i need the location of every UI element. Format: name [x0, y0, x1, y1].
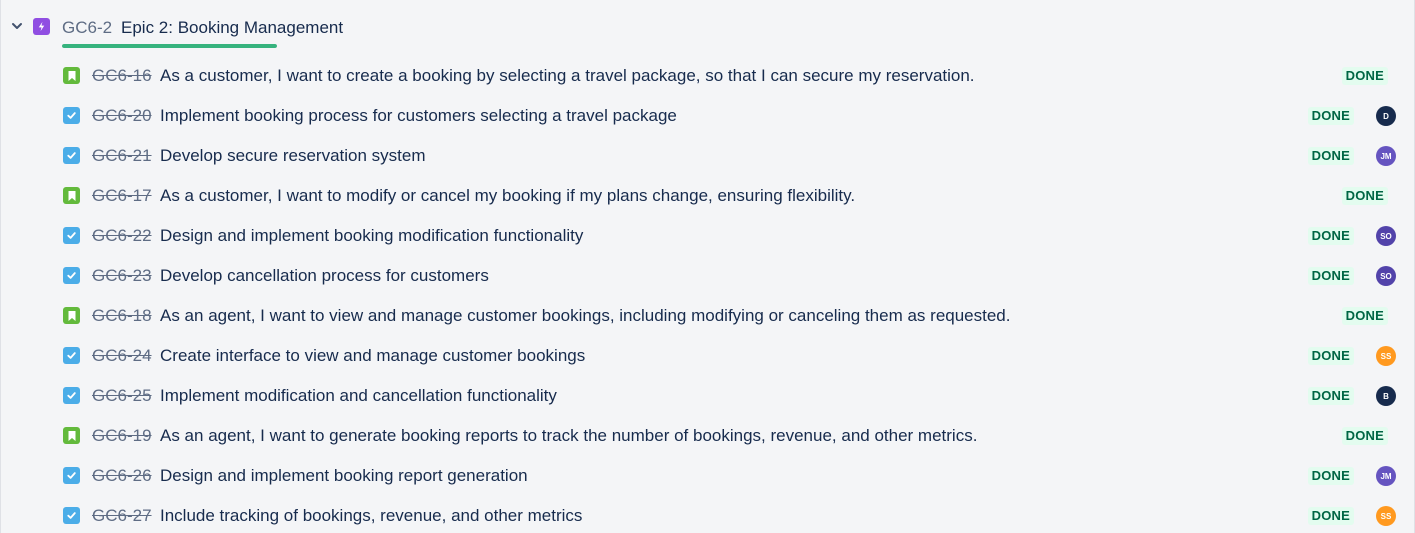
issue-row[interactable]: GC6-23 Develop cancellation process for c…: [1, 256, 1411, 296]
assignee-avatar[interactable]: SO: [1376, 226, 1396, 246]
task-checkbox-icon: [63, 267, 80, 284]
issue-summary[interactable]: Implement modification and cancellation …: [160, 386, 557, 406]
issue-row[interactable]: GC6-20 Implement booking process for cust…: [1, 96, 1411, 136]
issue-summary[interactable]: As a customer, I want to modify or cance…: [160, 186, 855, 206]
issue-row[interactable]: GC6-26 Design and implement booking repor…: [1, 456, 1411, 496]
issue-key[interactable]: GC6-20: [92, 106, 152, 126]
task-checkbox-icon: [63, 227, 80, 244]
issue-summary[interactable]: Implement booking process for customers …: [160, 106, 677, 126]
status-badge[interactable]: DONE: [1307, 467, 1354, 485]
assignee-avatar[interactable]: SS: [1376, 506, 1396, 526]
issue-summary[interactable]: Design and implement booking report gene…: [160, 466, 528, 486]
issue-summary[interactable]: Design and implement booking modificatio…: [160, 226, 583, 246]
issue-summary[interactable]: Include tracking of bookings, revenue, a…: [160, 506, 582, 526]
issue-row[interactable]: GC6-27 Include tracking of bookings, reve…: [1, 496, 1411, 533]
issue-key[interactable]: GC6-26: [92, 466, 152, 486]
issue-summary[interactable]: As an agent, I want to generate booking …: [160, 426, 977, 446]
status-badge[interactable]: DONE: [1307, 507, 1354, 525]
task-checkbox-icon: [63, 107, 80, 124]
backlog-panel: GC6-2 Epic 2: Booking Management GC6-16 A…: [0, 0, 1415, 533]
task-checkbox-icon: [63, 387, 80, 404]
issue-key[interactable]: GC6-18: [92, 306, 152, 326]
status-badge[interactable]: DONE: [1307, 387, 1354, 405]
issue-list: GC6-16 As a customer, I want to create a …: [1, 56, 1411, 533]
epic-row[interactable]: GC6-2 Epic 2: Booking Management: [1, 10, 1411, 48]
issue-summary[interactable]: Develop cancellation process for custome…: [160, 266, 489, 286]
epic-title[interactable]: Epic 2: Booking Management: [121, 18, 343, 38]
status-badge[interactable]: DONE: [1307, 347, 1354, 365]
issue-key[interactable]: GC6-16: [92, 66, 152, 86]
issue-key[interactable]: GC6-23: [92, 266, 152, 286]
issue-key[interactable]: GC6-19: [92, 426, 152, 446]
assignee-avatar[interactable]: JM: [1376, 466, 1396, 486]
issue-summary[interactable]: Develop secure reservation system: [160, 146, 426, 166]
issue-key[interactable]: GC6-17: [92, 186, 152, 206]
issue-row[interactable]: GC6-18 As an agent, I want to view and ma…: [1, 296, 1411, 336]
issue-key[interactable]: GC6-21: [92, 146, 152, 166]
story-bookmark-icon: [63, 427, 80, 444]
epic-progress-fill: [62, 44, 277, 48]
issue-key[interactable]: GC6-27: [92, 506, 152, 526]
status-badge[interactable]: DONE: [1307, 107, 1354, 125]
issue-row[interactable]: GC6-17 As a customer, I want to modify or…: [1, 176, 1411, 216]
status-badge[interactable]: DONE: [1307, 227, 1354, 245]
status-badge[interactable]: DONE: [1341, 67, 1388, 85]
issue-summary[interactable]: As an agent, I want to view and manage c…: [160, 306, 1011, 326]
task-checkbox-icon: [63, 147, 80, 164]
status-badge[interactable]: DONE: [1341, 187, 1388, 205]
status-badge[interactable]: DONE: [1307, 267, 1354, 285]
assignee-avatar[interactable]: SS: [1376, 346, 1396, 366]
status-badge[interactable]: DONE: [1341, 307, 1388, 325]
task-checkbox-icon: [63, 347, 80, 364]
issue-key[interactable]: GC6-22: [92, 226, 152, 246]
issue-summary[interactable]: As a customer, I want to create a bookin…: [160, 66, 975, 86]
status-badge[interactable]: DONE: [1307, 147, 1354, 165]
issue-row[interactable]: GC6-19 As an agent, I want to generate bo…: [1, 416, 1411, 456]
issue-row[interactable]: GC6-22 Design and implement booking modif…: [1, 216, 1411, 256]
status-badge[interactable]: DONE: [1341, 427, 1388, 445]
issue-row[interactable]: GC6-16 As a customer, I want to create a …: [1, 56, 1411, 96]
issue-summary[interactable]: Create interface to view and manage cust…: [160, 346, 585, 366]
issue-row[interactable]: GC6-25 Implement modification and cancell…: [1, 376, 1411, 416]
story-bookmark-icon: [63, 67, 80, 84]
task-checkbox-icon: [63, 467, 80, 484]
lightning-bolt-icon: [33, 18, 50, 35]
assignee-avatar[interactable]: SO: [1376, 266, 1396, 286]
story-bookmark-icon: [63, 307, 80, 324]
assignee-avatar[interactable]: D: [1376, 106, 1396, 126]
issue-key[interactable]: GC6-24: [92, 346, 152, 366]
assignee-avatar[interactable]: B: [1376, 386, 1396, 406]
task-checkbox-icon: [63, 507, 80, 524]
chevron-down-icon[interactable]: [10, 19, 24, 33]
story-bookmark-icon: [63, 187, 80, 204]
epic-key[interactable]: GC6-2: [62, 18, 112, 38]
issue-key[interactable]: GC6-25: [92, 386, 152, 406]
issue-row[interactable]: GC6-21 Develop secure reservation system D…: [1, 136, 1411, 176]
issue-row[interactable]: GC6-24 Create interface to view and manag…: [1, 336, 1411, 376]
assignee-avatar[interactable]: JM: [1376, 146, 1396, 166]
epic-progress-bar: [62, 44, 277, 48]
